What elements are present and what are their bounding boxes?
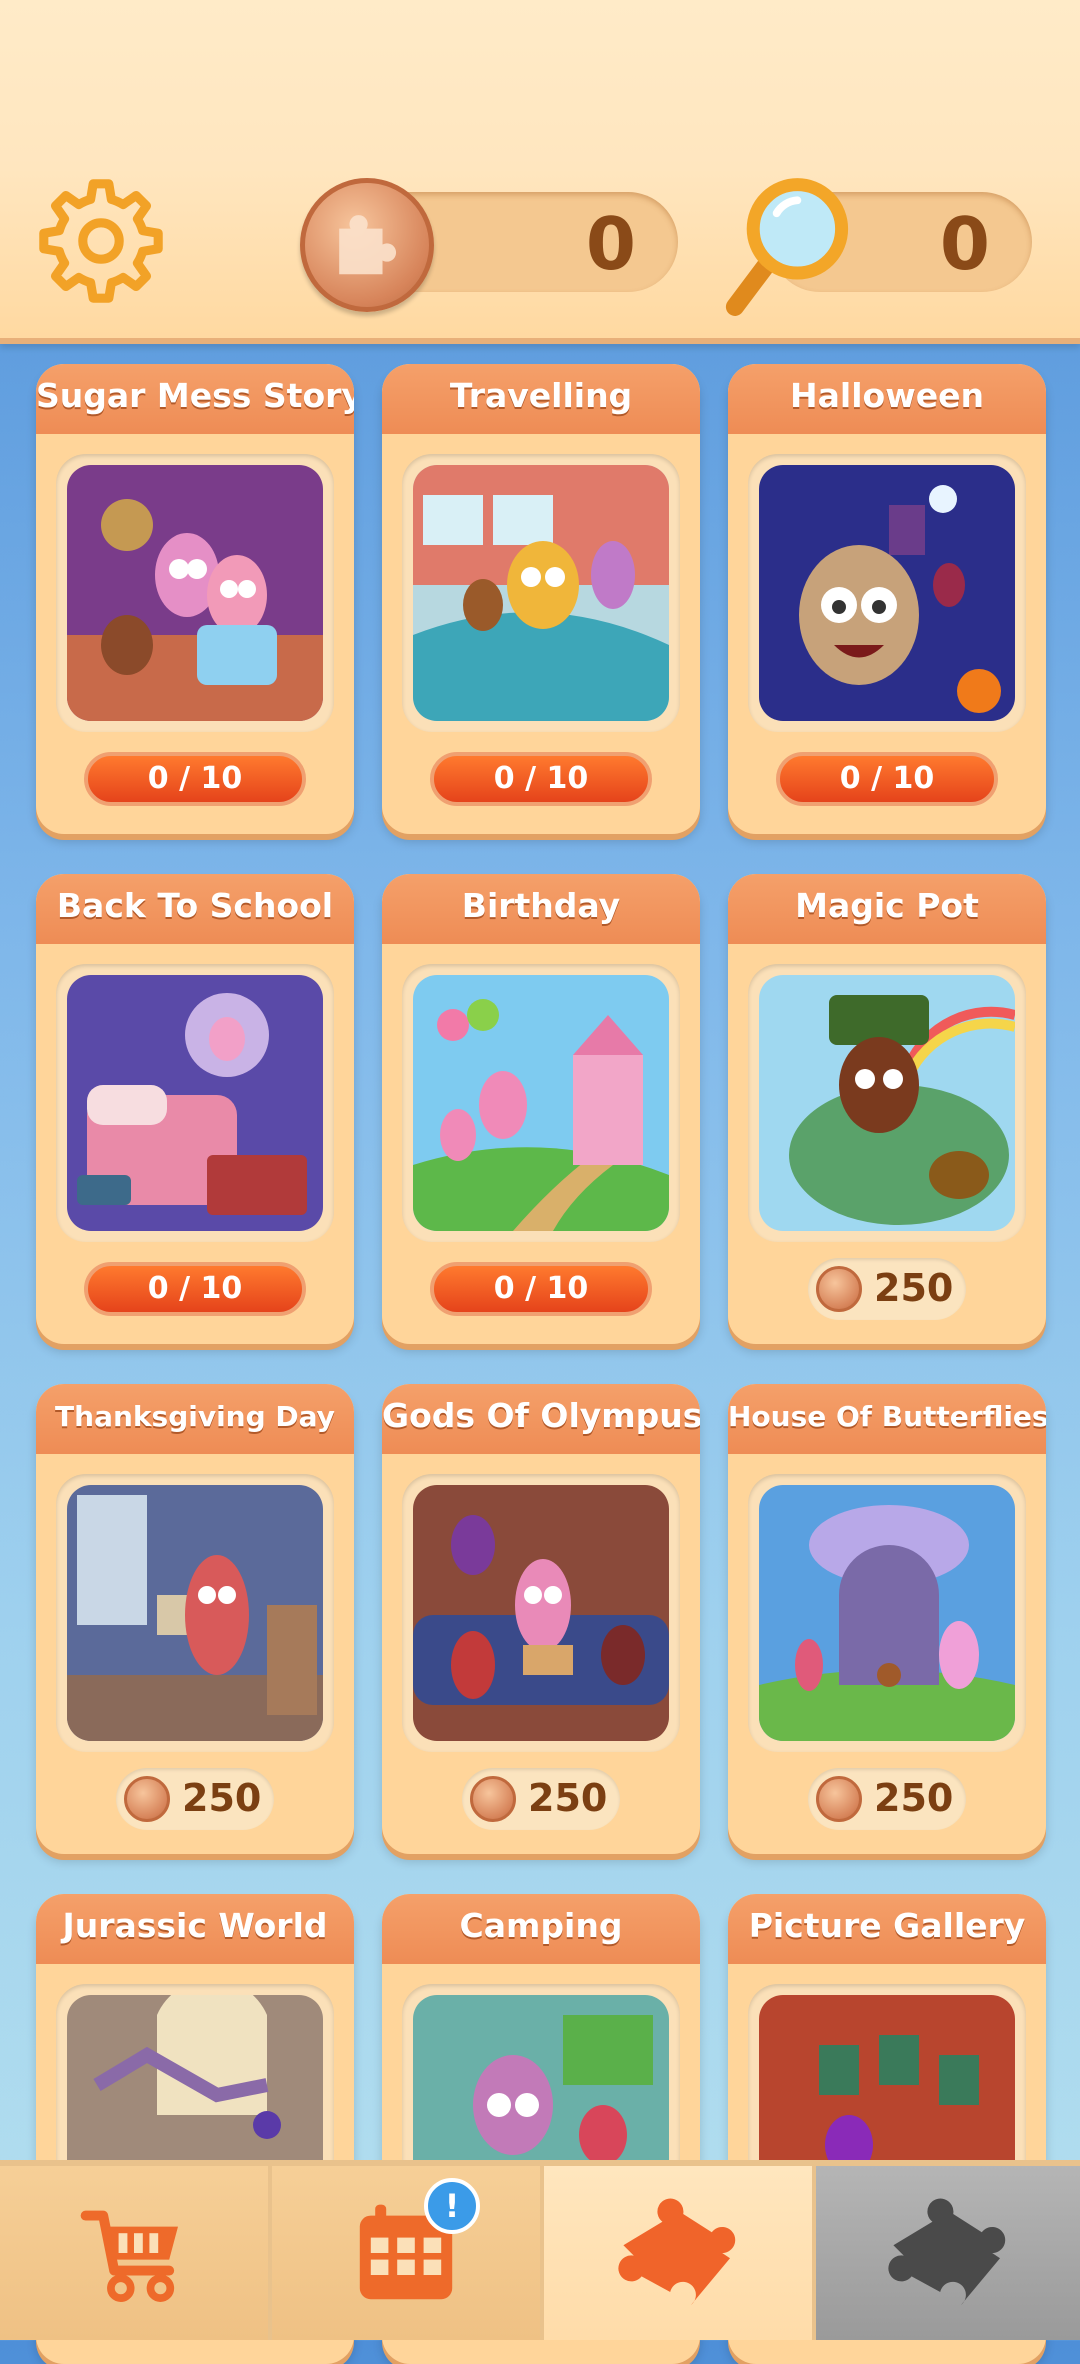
card-artwork [413,1485,669,1741]
price-value: 250 [528,1776,608,1820]
card-artwork [413,465,669,721]
card-progress: 0 / 10 [84,1262,306,1316]
card-title: Gods Of Olympus [382,1396,700,1435]
card-artwork [67,465,323,721]
hint-count: 0 [939,202,990,286]
album-card-birthday[interactable]: Birthday 0 / 10 [382,874,700,1344]
card-title: Back To School [56,886,334,925]
puzzle-coin-icon [300,178,434,312]
price-value: 250 [874,1776,954,1820]
card-artwork [759,465,1015,721]
price-value: 250 [182,1776,262,1820]
card-artwork [67,1485,323,1741]
album-card-sugar-mess-story[interactable]: Sugar Mess Story 0 / 10 [36,364,354,834]
coin-icon [470,1776,516,1822]
card-price[interactable]: 250 [808,1258,966,1320]
puzzle-count: 0 [585,202,636,286]
card-artwork [759,1485,1015,1741]
card-title: Travelling [449,376,633,415]
card-title: Magic Pot [795,886,979,925]
card-progress: 0 / 10 [776,752,998,806]
album-card-thanksgiving-day[interactable]: Thanksgiving Day 250 [36,1384,354,1854]
card-title: Thanksgiving Day [55,1400,335,1433]
album-card-travelling[interactable]: Travelling 0 / 10 [382,364,700,834]
card-progress: 0 / 10 [430,752,652,806]
magnifier-icon [725,178,849,316]
tab-puzzles[interactable] [544,2166,812,2340]
card-artwork [759,975,1015,1231]
card-artwork [413,975,669,1231]
card-title: Birthday [461,886,621,925]
card-title: House Of Butterflies [728,1400,1046,1433]
coin-icon [124,1776,170,1822]
tab-shop[interactable] [0,2166,268,2340]
card-title: Halloween [790,376,984,415]
album-card-halloween[interactable]: Halloween 0 / 10 [728,364,1046,834]
card-progress: 0 / 10 [430,1262,652,1316]
card-title: Camping [459,1906,623,1945]
puzzle-gray-icon [888,2198,1006,2305]
album-card-house-of-butterflies[interactable]: House Of Butterflies 250 [728,1384,1046,1854]
card-price[interactable]: 250 [808,1768,966,1830]
card-price[interactable]: 250 [116,1768,274,1830]
price-value: 250 [874,1266,954,1310]
album-card-gods-of-olympus[interactable]: Gods Of Olympus 250 [382,1384,700,1854]
coin-icon [816,1776,862,1822]
tab-events[interactable] [272,2166,540,2340]
card-price[interactable]: 250 [462,1768,620,1830]
card-progress: 0 / 10 [84,752,306,806]
puzzle-piece-icon [618,2198,736,2305]
coin-icon [816,1266,862,1312]
card-title: Sugar Mess Story [36,376,354,415]
card-title: Jurassic World [62,1906,328,1945]
tab-collection[interactable] [816,2166,1080,2340]
notification-badge: ! [424,2178,480,2234]
settings-gear-icon[interactable] [36,176,166,306]
album-card-magic-pot[interactable]: Magic Pot 250 [728,874,1046,1344]
card-title: Picture Gallery [748,1906,1026,1945]
card-artwork [67,975,323,1231]
album-card-back-to-school[interactable]: Back To School 0 / 10 [36,874,354,1344]
shopping-cart-icon [80,2210,178,2302]
